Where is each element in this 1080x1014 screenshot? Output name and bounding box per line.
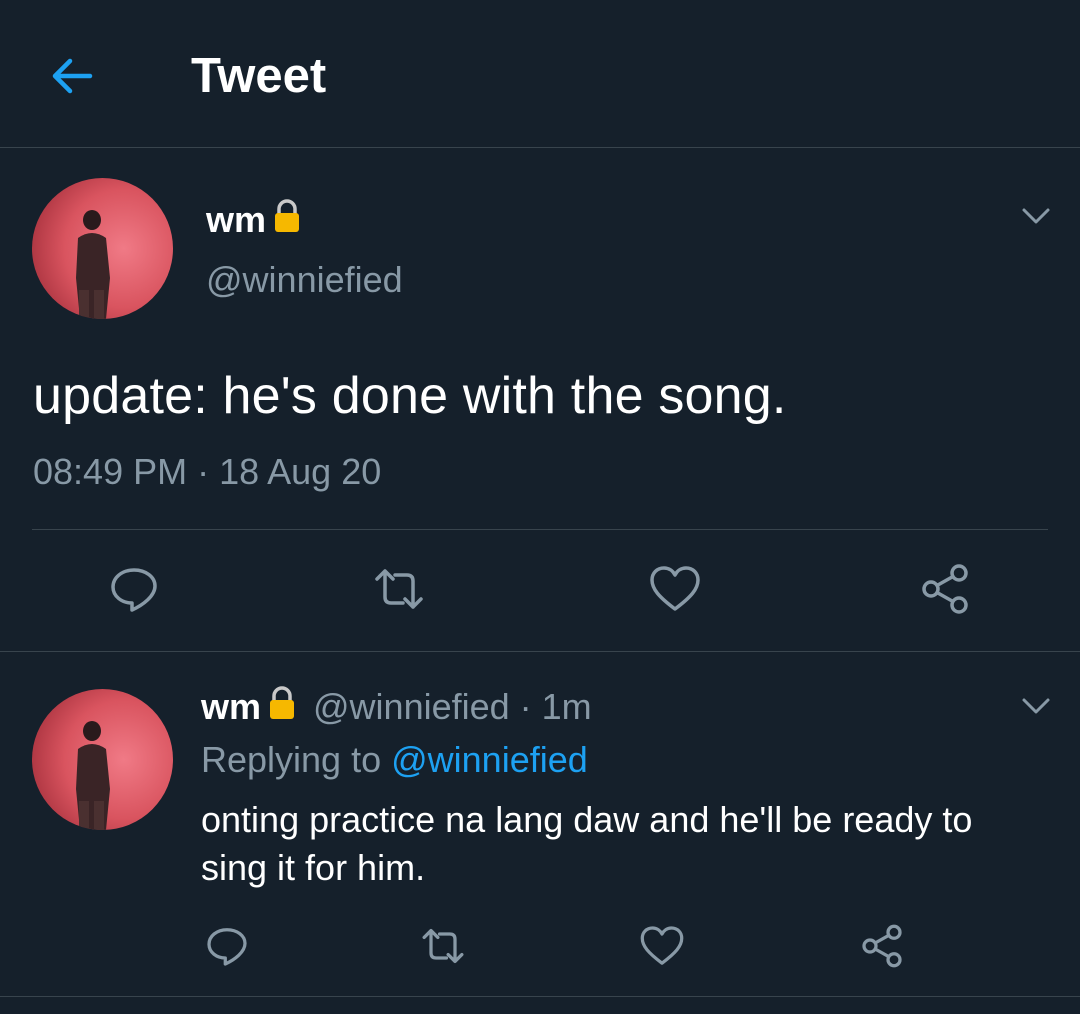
main-tweet: wm @winniefied update: he's done with th… — [0, 148, 1080, 652]
divider — [32, 529, 1048, 530]
avatar-image — [32, 689, 173, 830]
more-options-button[interactable] — [1016, 196, 1056, 236]
display-name[interactable]: wm — [201, 687, 261, 727]
retweet-icon — [422, 928, 464, 964]
share-button[interactable] — [917, 561, 973, 617]
tweet-text: update: he's done with the song. — [33, 367, 787, 425]
retweet-icon — [375, 569, 423, 609]
chevron-down-icon — [1022, 698, 1050, 714]
page-title: Tweet — [191, 49, 327, 103]
top-bar: Tweet — [0, 0, 1080, 148]
reply-button[interactable] — [106, 561, 162, 617]
avatar[interactable] — [32, 178, 173, 319]
reply-tweet[interactable]: wm @winniefied · 1m Replying to @winnief… — [0, 652, 1080, 997]
heart-icon — [650, 566, 700, 611]
share-icon — [862, 924, 902, 968]
tweet-text: onting practice na lang daw and he'll be… — [201, 799, 973, 888]
retweet-button[interactable] — [419, 922, 475, 978]
avatar-image — [32, 178, 173, 319]
lock-icon — [272, 198, 302, 242]
like-button[interactable] — [638, 922, 694, 978]
more-options-button[interactable] — [1016, 686, 1056, 726]
arrow-left-icon — [52, 58, 93, 94]
lock-icon — [267, 685, 297, 729]
chevron-down-icon — [1022, 208, 1050, 224]
avatar[interactable] — [32, 689, 173, 830]
share-button[interactable] — [858, 922, 914, 978]
display-name-text: wm — [206, 199, 267, 240]
replying-to-link[interactable]: @winniefied — [391, 739, 588, 780]
reply-header: wm @winniefied · 1m — [201, 685, 592, 729]
back-button[interactable] — [44, 48, 100, 104]
share-icon — [922, 564, 968, 614]
retweet-button[interactable] — [371, 561, 427, 617]
replying-prefix: Replying to — [201, 739, 392, 780]
handle-and-time[interactable]: @winniefied · 1m — [313, 687, 592, 727]
replying-to: Replying to @winniefied — [201, 740, 588, 780]
display-name[interactable]: wm — [206, 198, 302, 242]
tweet-timestamp[interactable]: 08:49 PM · 18 Aug 20 — [33, 452, 381, 492]
reply-icon — [111, 568, 157, 612]
heart-icon — [640, 926, 684, 965]
like-button[interactable] — [647, 561, 703, 617]
reply-button[interactable] — [203, 922, 259, 978]
handle[interactable]: @winniefied — [206, 260, 403, 300]
reply-icon — [207, 928, 247, 966]
